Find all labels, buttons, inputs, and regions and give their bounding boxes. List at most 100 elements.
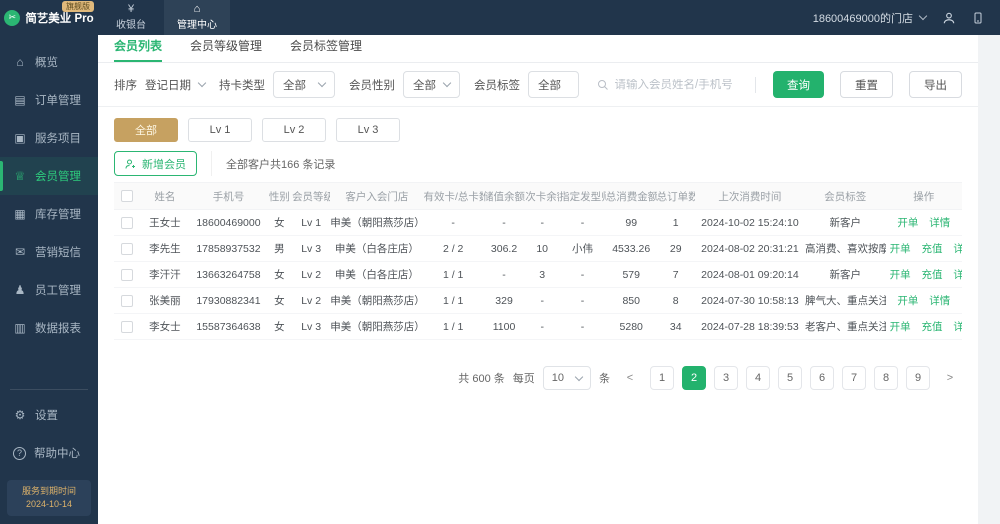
cell-last-time: 2024-08-02 20:31:21 [694,235,806,262]
col-stylist: 指定发型师 [559,182,606,210]
row-checkbox[interactable] [120,268,133,281]
page-button-4[interactable]: 4 [746,366,770,390]
prev-page-button[interactable]: < [618,366,642,390]
open-order-link[interactable]: 开单 [897,295,918,307]
tab-member-tag-management[interactable]: 会员标签管理 [290,37,362,62]
recharge-link[interactable]: 充值 [922,243,943,255]
open-order-link[interactable]: 开单 [890,269,911,281]
mobile-device-icon[interactable] [972,11,984,25]
gender-select[interactable]: 全部 [402,71,460,98]
sidebar-item-members[interactable]: ♕ 会员管理 [0,157,98,195]
sidebar-item-staff[interactable]: ♟ 员工管理 [0,271,98,309]
chevron-down-icon [442,78,452,88]
cell-store: 申美（白各庄店） [330,235,424,262]
recharge-link[interactable]: 充值 [922,321,943,333]
tab-member-level-management[interactable]: 会员等级管理 [190,37,262,62]
search-input[interactable] [614,78,741,91]
topnav-item-admin-center[interactable]: ⌂ 管理中心 [164,0,230,35]
member-tag-select[interactable]: 全部 [527,71,579,98]
divider [10,389,88,390]
sidebar-item-inventory[interactable]: ▦ 库存管理 [0,195,98,233]
sidebar-item-help-center[interactable]: ? 帮助中心 [0,434,98,472]
sort-label: 排序 [114,79,137,92]
details-link[interactable]: 详情 [929,217,950,229]
level-tab-lv2[interactable]: Lv 2 [262,118,326,142]
sidebar-item-services[interactable]: ▣ 服务项目 [0,119,98,157]
tab-member-list[interactable]: 会员列表 [114,37,163,62]
cell-gender: 女 [266,209,293,236]
query-button[interactable]: 查询 [773,71,824,98]
page-button-7[interactable]: 7 [842,366,866,390]
level-tab-lv1[interactable]: Lv 1 [188,118,252,142]
cell-balance: 329 [482,287,526,314]
row-checkbox[interactable] [120,242,133,255]
cell-times: 3 [525,261,560,288]
sidebar-item-orders[interactable]: ▤ 订单管理 [0,81,98,119]
row-checkbox[interactable] [120,216,133,229]
cell-orders: 29 [656,235,695,262]
sidebar-item-overview[interactable]: ⌂ 概览 [0,43,98,81]
sort-select[interactable]: 登记日期 [145,77,207,93]
cell-phone: 17930882341 [190,287,267,314]
cell-last-time: 2024-07-28 18:39:53 [694,313,806,340]
cell-level: Lv 3 [292,313,331,340]
cell-level: Lv 3 [292,235,331,262]
open-order-link[interactable]: 开单 [890,321,911,333]
sidebar-footer: ⚙ 设置 ? 帮助中心 服务到期时间 2024-10-14 [0,383,98,524]
col-store: 客户入会门店 [330,182,424,210]
page-button-6[interactable]: 6 [810,366,834,390]
details-link[interactable]: 详情 [953,321,962,333]
details-link[interactable]: 详情 [929,295,950,307]
reset-button[interactable]: 重置 [840,71,893,98]
question-icon: ? [13,446,26,460]
search-icon [597,79,609,91]
level-tab-lv3[interactable]: Lv 3 [336,118,400,142]
page-button-1[interactable]: 1 [650,366,674,390]
cell-cards: 1 / 1 [423,287,483,314]
per-page-select[interactable]: 10 [542,366,591,390]
page-gutter [978,35,1000,524]
sidebar-item-sms[interactable]: ✉ 营销短信 [0,233,98,271]
open-order-link[interactable]: 开单 [890,243,911,255]
gender-select-value: 全部 [412,79,436,92]
sidebar-item-settings[interactable]: ⚙ 设置 [0,396,98,434]
cell-phone: 13663264758 [190,261,267,288]
page-button-5[interactable]: 5 [778,366,802,390]
store-switcher[interactable]: 18600469000的门店 [813,10,928,26]
col-balance: 储值余额 [482,182,526,210]
filter-bar: 排序 登记日期 持卡类型 全部 会员性别 全部 会员标签 全部 请输入会员姓名/… [98,63,978,107]
select-all-checkbox[interactable] [120,190,133,203]
service-expiry-box: 服务到期时间 2024-10-14 [7,480,91,516]
add-member-button[interactable]: 新增会员 [114,151,197,176]
page-button-9[interactable]: 9 [906,366,930,390]
level-tab-all[interactable]: 全部 [114,118,178,142]
page-button-8[interactable]: 8 [874,366,898,390]
sidebar-item-label: 服务项目 [35,133,81,145]
cell-tags: 新客户 [805,261,886,288]
add-member-label: 新增会员 [142,158,186,171]
page-button-3[interactable]: 3 [714,366,738,390]
recharge-link[interactable]: 充值 [922,269,943,281]
topnav-item-cashier[interactable]: ¥ 收银台 [98,0,164,35]
next-page-button[interactable]: > [938,366,962,390]
header-checkbox-cell [114,182,140,210]
card-type-select[interactable]: 全部 [273,71,335,98]
member-table: 姓名 手机号 性别 会员等级 客户入会门店 有效卡/总卡数 储值余额 次卡余额 … [114,182,962,340]
table-row: 李汗汗 13663264758 女 Lv 2 申美（白各庄店） 1 / 1 - … [114,261,962,288]
cell-balance: - [482,261,526,288]
export-button[interactable]: 导出 [909,71,962,98]
member-search [597,78,741,91]
user-icon[interactable] [942,11,956,25]
page-button-2[interactable]: 2 [682,366,706,390]
open-order-link[interactable]: 开单 [897,217,918,229]
cell-orders: 7 [656,261,695,288]
app-window: 旗舰版 ✂ 简艺美业 Pro ¥ 收银台 ⌂ 管理中心 18600469000的… [0,0,1000,524]
details-link[interactable]: 详情 [953,243,962,255]
row-checkbox[interactable] [120,320,133,333]
boxes-icon: ▦ [14,207,26,221]
col-name: 姓名 [139,182,191,210]
details-link[interactable]: 详情 [953,269,962,281]
row-checkbox[interactable] [120,294,133,307]
sidebar-item-reports[interactable]: ▥ 数据报表 [0,309,98,347]
chevron-down-icon [317,78,327,88]
